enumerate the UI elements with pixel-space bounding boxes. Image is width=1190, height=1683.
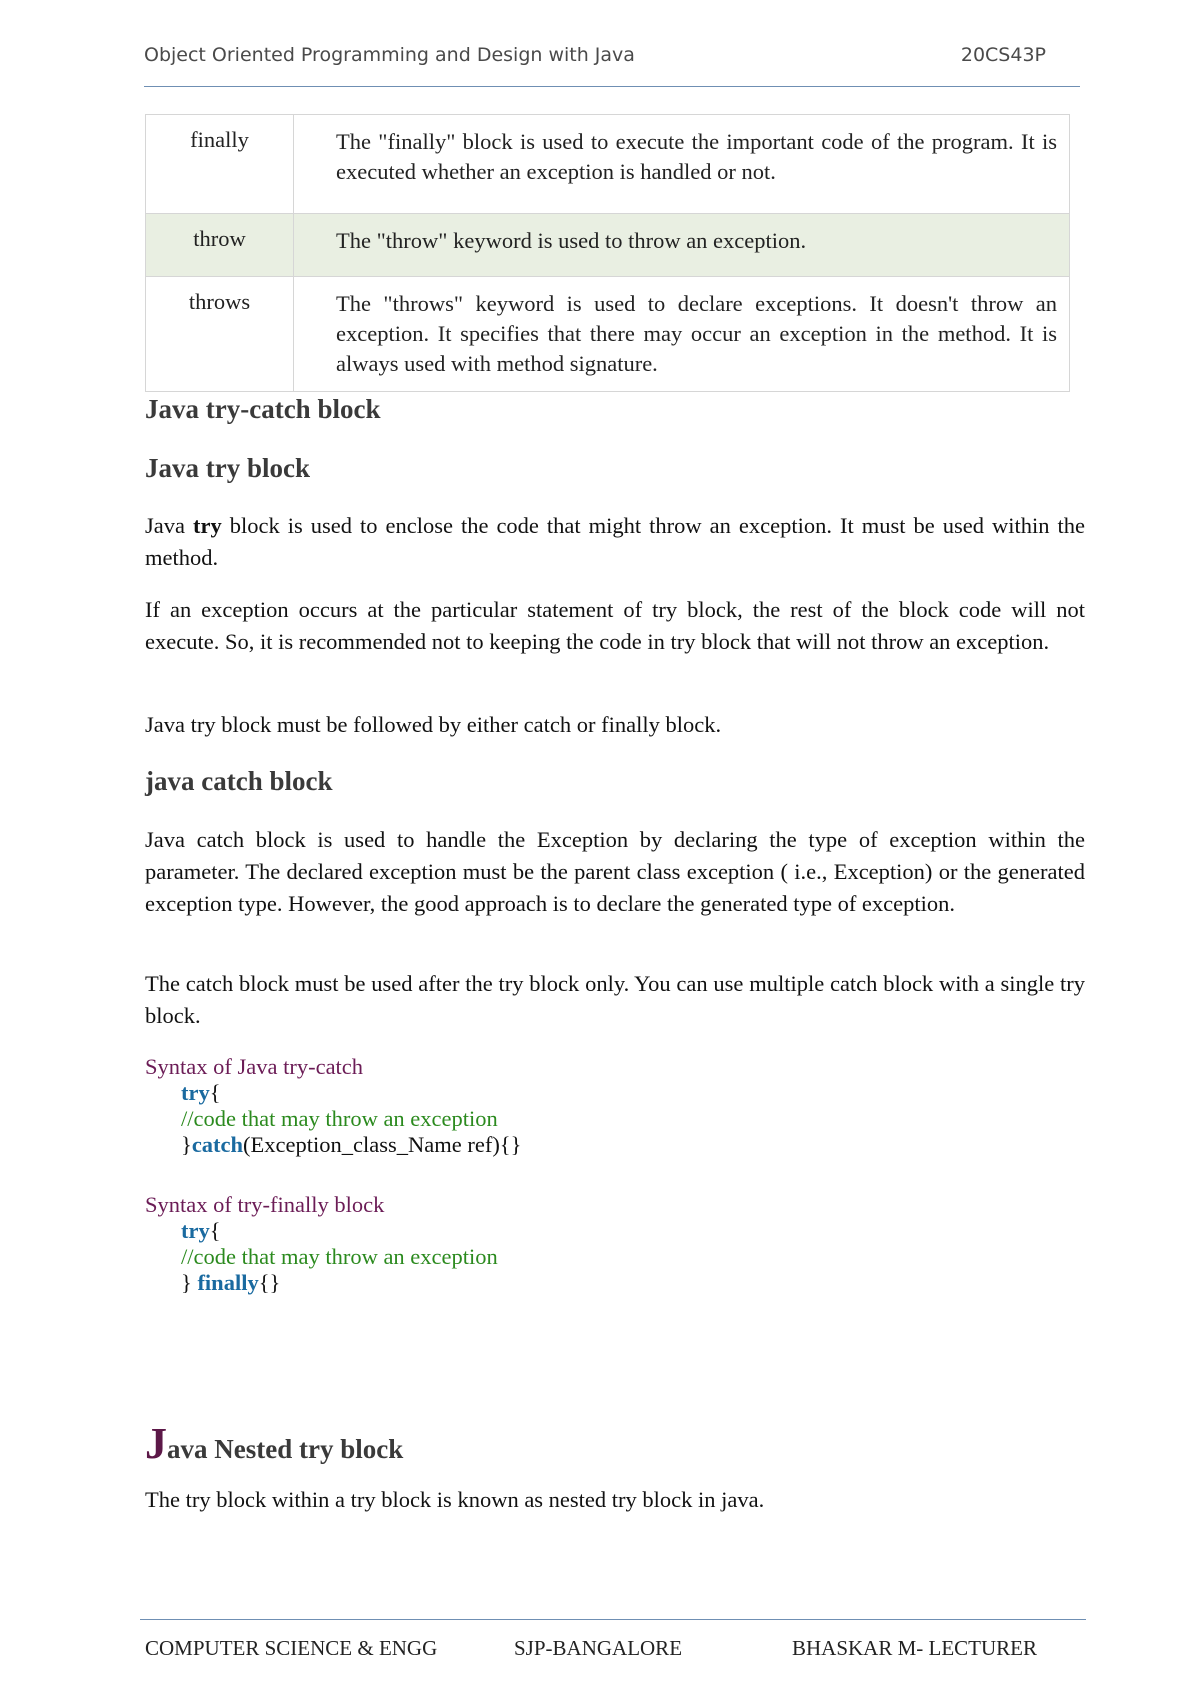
footer-college: SJP-BANGALORE [514, 1636, 683, 1660]
table-row: throw The "throw" keyword is used to thr… [145, 213, 1070, 277]
catch-block-heading: java catch block [145, 766, 333, 796]
footer-author: BHASKAR M- LECTURER [792, 1636, 1038, 1660]
code-comment: //code that may throw an exception [181, 1106, 498, 1131]
table-row: throws The "throws" keyword is used to d… [145, 276, 1070, 392]
description-cell: The "finally" block is used to execute t… [293, 114, 1070, 214]
syntax-try-catch-title: Syntax of Java try-catch [145, 1054, 364, 1079]
description-cell: The "throws" keyword is used to declare … [293, 276, 1070, 392]
code-brace: } [181, 1132, 192, 1157]
code-keyword: try [181, 1080, 210, 1105]
document-title: Object Oriented Programming and Design w… [144, 44, 635, 66]
page-footer: COMPUTER SCIENCE & ENGG SJP-BANGALORE BH… [140, 1619, 1086, 1664]
catch-paragraph-2: The catch block must be used after the t… [145, 971, 1085, 1028]
heading-text: ava Nested try block [167, 1434, 404, 1464]
page-header: Object Oriented Programming and Design w… [144, 40, 1080, 87]
keyword-table: finally The "finally" block is used to e… [145, 114, 1070, 392]
keyword-cell: throw [145, 213, 294, 277]
catch-paragraph-1: Java catch block is used to handle the E… [145, 827, 1085, 916]
try-paragraph-3: Java try block must be followed by eithe… [145, 712, 722, 737]
keyword-cell: finally [145, 114, 294, 214]
text-prefix: Java [145, 513, 193, 538]
try-paragraph-1: Java try block is used to enclose the co… [145, 510, 1085, 574]
code-line: try{ [181, 1218, 221, 1244]
code-line: try{ [181, 1080, 221, 1106]
course-code: 20CS43P [960, 44, 1046, 66]
nested-paragraph: The try block within a try block is know… [145, 1487, 765, 1512]
code-keyword: catch [191, 1132, 244, 1157]
code-brace: { [209, 1218, 221, 1243]
drop-cap: J [145, 1419, 167, 1468]
try-block-heading: Java try block [145, 453, 310, 483]
code-line: }catch(Exception_class_Name ref){} [181, 1132, 521, 1158]
code-keyword: finally [197, 1270, 259, 1295]
footer-department: COMPUTER SCIENCE & ENGG [145, 1636, 438, 1660]
syntax-try-finally-title: Syntax of try-finally block [145, 1192, 385, 1217]
try-catch-heading: Java try-catch block [145, 394, 381, 424]
code-keyword: try [181, 1218, 210, 1243]
try-paragraph-2: If an exception occurs at the particular… [145, 597, 1085, 654]
table-row: finally The "finally" block is used to e… [145, 114, 1070, 214]
bold-keyword: try [192, 513, 222, 538]
description-cell: The "throw" keyword is used to throw an … [293, 213, 1070, 277]
code-brace: } [181, 1270, 198, 1295]
code-brace: { [209, 1080, 221, 1105]
code-line: } finally{} [181, 1270, 280, 1296]
code-text: {} [258, 1270, 281, 1295]
nested-try-heading: Java Nested try block [145, 1418, 403, 1469]
code-text: (Exception_class_Name ref){} [243, 1132, 522, 1157]
text-suffix: block is used to enclose the code that m… [145, 513, 1085, 570]
code-comment: //code that may throw an exception [181, 1244, 498, 1269]
keyword-cell: throws [145, 276, 294, 392]
